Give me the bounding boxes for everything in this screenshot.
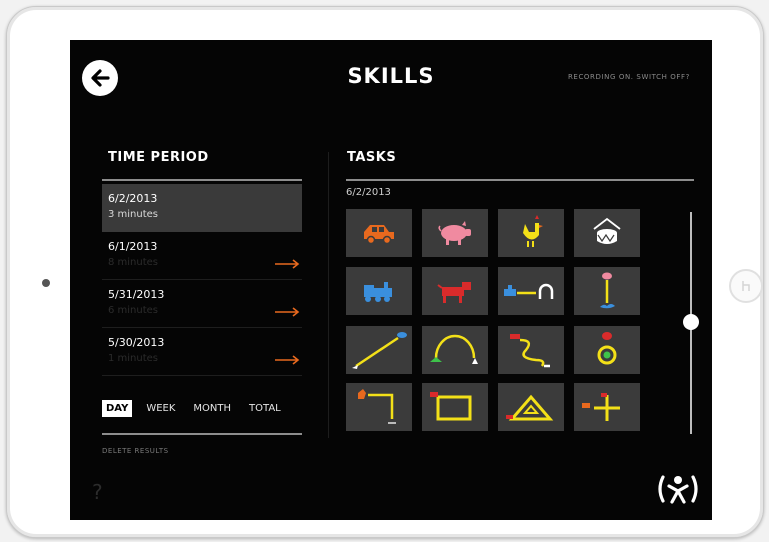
tasks-scroll-thumb[interactable] — [683, 314, 699, 330]
tasks-heading: TASKS — [347, 150, 397, 165]
arrow-right-icon[interactable] — [274, 259, 300, 269]
tasks-rule — [346, 179, 694, 181]
range-tabs: DAY WEEK MONTH TOTAL — [102, 400, 302, 417]
ladybug-ring-icon — [597, 332, 617, 365]
tab-day[interactable]: DAY — [102, 400, 133, 417]
home-icon — [742, 281, 750, 291]
task-tile-rocket-line[interactable] — [346, 326, 412, 374]
period-item[interactable]: 5/30/2013 1 minutes — [102, 328, 302, 376]
period-item[interactable]: 5/31/2013 6 minutes — [102, 280, 302, 328]
rooster-icon — [523, 215, 543, 247]
car-icon — [364, 225, 394, 245]
task-tile-frog-arc[interactable] — [422, 326, 488, 374]
tab-total[interactable]: TOTAL — [245, 400, 285, 417]
task-tile-plus[interactable] — [574, 383, 640, 431]
help-button[interactable]: ? — [92, 480, 103, 504]
train-icon — [364, 282, 392, 302]
cat-corner-path-icon — [358, 389, 396, 424]
person-logo-icon[interactable] — [655, 472, 701, 506]
task-tile-triangle[interactable] — [498, 383, 564, 431]
period-date: 6/2/2013 — [108, 192, 158, 205]
train-to-tunnel-icon — [504, 283, 554, 299]
recording-toggle-link[interactable]: RECORDING ON. SWITCH OFF? — [568, 73, 690, 81]
time-period-rule — [102, 179, 302, 181]
task-tile-drum[interactable] — [574, 209, 640, 257]
column-divider — [328, 152, 329, 438]
period-duration: 3 minutes — [108, 209, 159, 220]
time-period-heading: TIME PERIOD — [108, 150, 209, 165]
tasks-date: 6/2/2013 — [346, 187, 391, 198]
home-button[interactable] — [729, 269, 763, 303]
period-item[interactable]: 6/2/2013 3 minutes — [102, 184, 302, 232]
task-tile-dog[interactable] — [422, 267, 488, 315]
task-tile-rooster[interactable] — [498, 209, 564, 257]
period-duration: 6 minutes — [108, 305, 159, 316]
period-duration: 8 minutes — [108, 257, 159, 268]
rocket-line-icon — [352, 332, 407, 369]
arrow-right-icon[interactable] — [274, 307, 300, 317]
task-tile-train[interactable] — [346, 267, 412, 315]
dog-rectangle-icon — [430, 392, 472, 421]
task-tile-dog-curvy[interactable] — [498, 326, 564, 374]
task-tile-pig-water[interactable] — [574, 267, 640, 315]
task-tile-pig[interactable] — [422, 209, 488, 257]
task-tile-ladybug-ring[interactable] — [574, 326, 640, 374]
camera-dot — [42, 279, 50, 287]
delete-results-link[interactable]: DELETE RESULTS — [102, 447, 169, 455]
tab-week[interactable]: WEEK — [142, 400, 179, 417]
plus-path-icon — [582, 393, 620, 421]
task-tile-car[interactable] — [346, 209, 412, 257]
tab-month[interactable]: MONTH — [189, 400, 235, 417]
period-date: 5/31/2013 — [108, 288, 165, 301]
period-date: 6/1/2013 — [108, 240, 158, 253]
range-rule — [102, 433, 302, 435]
period-item[interactable]: 6/1/2013 8 minutes — [102, 232, 302, 280]
dog-icon — [437, 282, 471, 303]
period-date: 5/30/2013 — [108, 336, 165, 349]
triangle-path-icon — [506, 394, 554, 421]
drum-icon — [593, 217, 621, 244]
task-tile-train-tunnel[interactable] — [498, 267, 564, 315]
frog-jump-arc-icon — [430, 334, 478, 364]
task-tile-cat-corner[interactable] — [346, 383, 412, 431]
time-period-list: 6/2/2013 3 minutes 6/1/2013 8 minutes 5/… — [102, 184, 302, 376]
app-screen: SKILLS RECORDING ON. SWITCH OFF? TIME PE… — [70, 40, 712, 520]
dog-curvy-path-icon — [510, 334, 550, 368]
period-duration: 1 minutes — [108, 353, 159, 364]
arrow-right-icon[interactable] — [274, 355, 300, 365]
task-tile-dog-rectangle[interactable] — [422, 383, 488, 431]
pig-to-water-icon — [600, 272, 615, 309]
pig-icon — [438, 221, 471, 245]
